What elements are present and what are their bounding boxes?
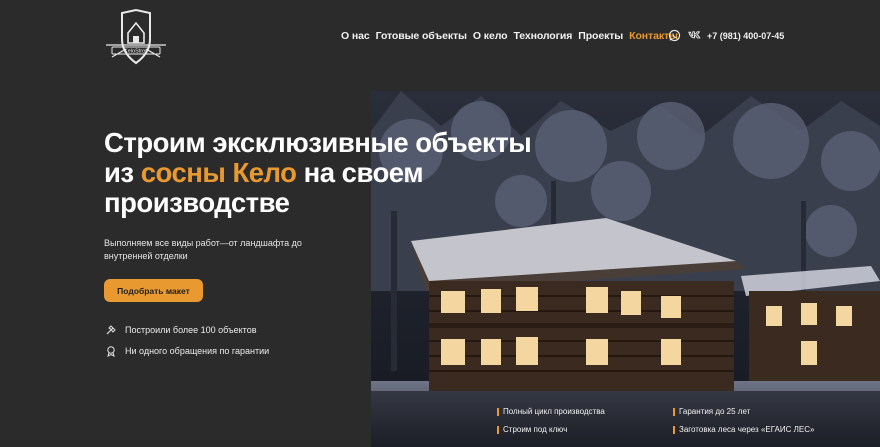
social-links (668, 29, 701, 42)
feature-marker (497, 425, 499, 434)
award-icon (105, 345, 117, 357)
feature-label: Заготовка леса через «ЕГАИС ЛЕС» (679, 425, 815, 434)
hero-title-accent: сосны Кело (140, 157, 297, 188)
vk-icon[interactable] (688, 29, 701, 42)
hero-subtitle: Выполняем все виды работ—от ландшафта до… (104, 238, 302, 261)
nav-about[interactable]: О нас (341, 30, 370, 42)
feature-label: Гарантия до 25 лет (679, 407, 751, 416)
phone-number[interactable]: +7 (981) 400-07-45 (707, 31, 784, 41)
feature-marker (673, 407, 675, 416)
benefit-item: Построили более 100 объектов (105, 324, 257, 336)
choose-layout-button[interactable]: Подобрать макет (104, 279, 203, 302)
feature-marker (673, 425, 675, 434)
feature-item: Заготовка леса через «ЕГАИС ЛЕС» (673, 425, 814, 434)
hero-title: Строим эксклюзивные объекты из сосны Кел… (104, 128, 544, 218)
logo-text: KeloStroy (124, 49, 148, 55)
feature-label: Полный цикл производства (503, 407, 605, 416)
feature-item: Строим под ключ (497, 425, 567, 434)
feature-label: Строим под ключ (503, 425, 568, 434)
feature-item: Гарантия до 25 лет (673, 407, 750, 416)
nav-technology[interactable]: Технология (513, 30, 572, 42)
nav-about-kelo[interactable]: О кело (473, 30, 508, 42)
nav-projects[interactable]: Проекты (578, 30, 623, 42)
whatsapp-icon[interactable] (668, 29, 681, 42)
feature-marker (497, 407, 499, 416)
site-header: KeloStroy О нас Готовые объекты О кело Т… (0, 0, 880, 74)
main-nav: О нас Готовые объекты О кело Технология … (341, 30, 678, 42)
axe-icon (105, 324, 117, 336)
benefit-label: Ни одного обращения по гарантии (125, 346, 270, 356)
benefit-item: Ни одного обращения по гарантии (105, 345, 269, 357)
logo[interactable]: KeloStroy (104, 9, 168, 65)
feature-item: Полный цикл производства (497, 407, 605, 416)
benefit-label: Построили более 100 объектов (125, 325, 257, 335)
nav-ready-objects[interactable]: Готовые объекты (376, 30, 467, 42)
